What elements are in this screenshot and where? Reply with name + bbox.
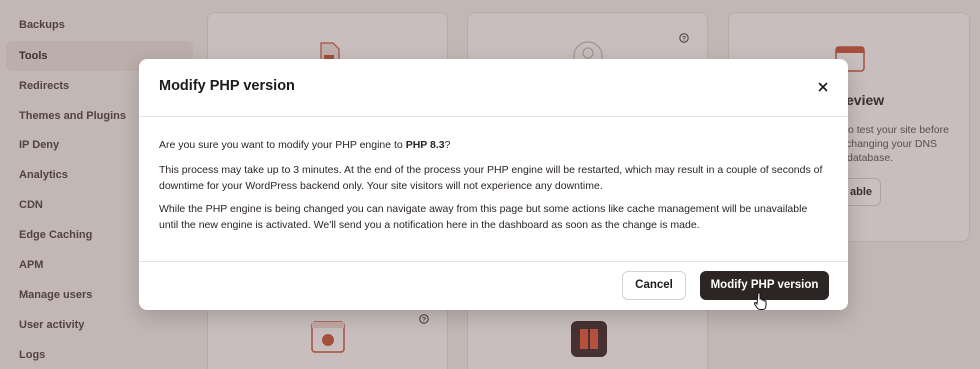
navigation-info-text: While the PHP engine is being changed yo…	[159, 203, 808, 231]
intro-suffix: ?	[444, 139, 451, 151]
modify-php-dialog: Modify PHP version Are you sure you want…	[139, 59, 848, 310]
divider	[139, 261, 848, 262]
process-duration-text: This process may take up to 3 minutes. A…	[159, 164, 823, 192]
close-icon[interactable]	[815, 79, 831, 95]
pointer-hand-icon	[754, 292, 767, 310]
php-version-value: PHP 8.3	[405, 139, 445, 151]
divider	[139, 116, 848, 117]
intro-text: Are you sure you want to modify your PHP…	[159, 139, 406, 151]
cancel-button[interactable]: Cancel	[622, 271, 686, 300]
dialog-title: Modify PHP version	[159, 78, 295, 94]
confirmation-question: Are you sure you want to modify your PHP…	[159, 137, 829, 153]
